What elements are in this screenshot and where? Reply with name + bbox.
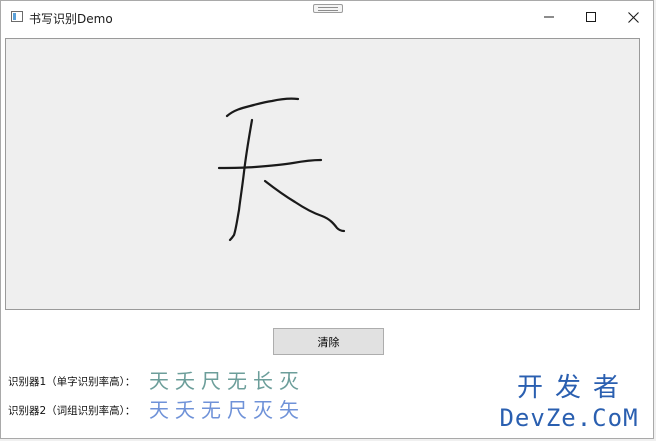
candidate-char[interactable]: 天 [148, 398, 170, 422]
title-bar[interactable]: 书写识别Demo [1, 1, 653, 33]
candidate-char[interactable]: 无 [200, 398, 222, 422]
recognizer-2-label: 识别器2（词组识别率高）： [8, 404, 136, 417]
candidate-char[interactable]: 无 [226, 369, 248, 393]
watermark-en: DevZe.CoM [499, 404, 639, 432]
ink-stroke [263, 179, 346, 233]
minimize-button[interactable] [527, 1, 571, 33]
recognizer-2-candidates: 天 夭 无 尺 灭 矢 [148, 398, 300, 422]
recognizer-1-label: 识别器1（单字识别率高）： [8, 375, 136, 388]
candidate-char[interactable]: 灭 [252, 398, 274, 422]
ink-strokes [217, 97, 346, 242]
close-icon [627, 11, 639, 23]
candidate-char[interactable]: 灭 [278, 369, 300, 393]
clear-button[interactable]: 清除 [273, 328, 384, 355]
watermark-cn: 开发者 [516, 373, 631, 403]
app-window-icon [11, 11, 23, 22]
app-window: 书写识别Demo 清除 识别器1（单字识别率高）： 天 夭 尺 无 长 灭 识别… [0, 0, 654, 439]
handwriting-canvas[interactable] [5, 38, 640, 310]
candidate-char[interactable]: 尺 [200, 369, 222, 393]
candidate-char[interactable]: 尺 [226, 398, 248, 422]
close-button[interactable] [611, 1, 655, 33]
window-title: 书写识别Demo [29, 12, 113, 26]
maximize-button[interactable] [569, 1, 613, 33]
drag-handle-icon[interactable] [313, 4, 343, 13]
candidate-char[interactable]: 夭 [174, 369, 196, 393]
ink-stroke [228, 118, 254, 242]
ink-stroke [225, 97, 300, 118]
recognizer-1-candidates: 天 夭 尺 无 长 灭 [148, 369, 300, 393]
recognizer-2-row: 识别器2（词组识别率高）： 天 夭 无 尺 灭 矢 [8, 398, 300, 422]
recognizer-1-row: 识别器1（单字识别率高）： 天 夭 尺 无 长 灭 [8, 369, 300, 393]
candidate-char[interactable]: 长 [252, 369, 274, 393]
maximize-icon [586, 12, 596, 22]
candidate-char[interactable]: 夭 [174, 398, 196, 422]
candidate-char[interactable]: 天 [148, 369, 170, 393]
candidate-char[interactable]: 矢 [278, 398, 300, 422]
ink-stroke [217, 158, 323, 170]
minimize-icon [544, 16, 554, 18]
site-watermark: 开发者 DevZe.CoM [495, 373, 643, 433]
